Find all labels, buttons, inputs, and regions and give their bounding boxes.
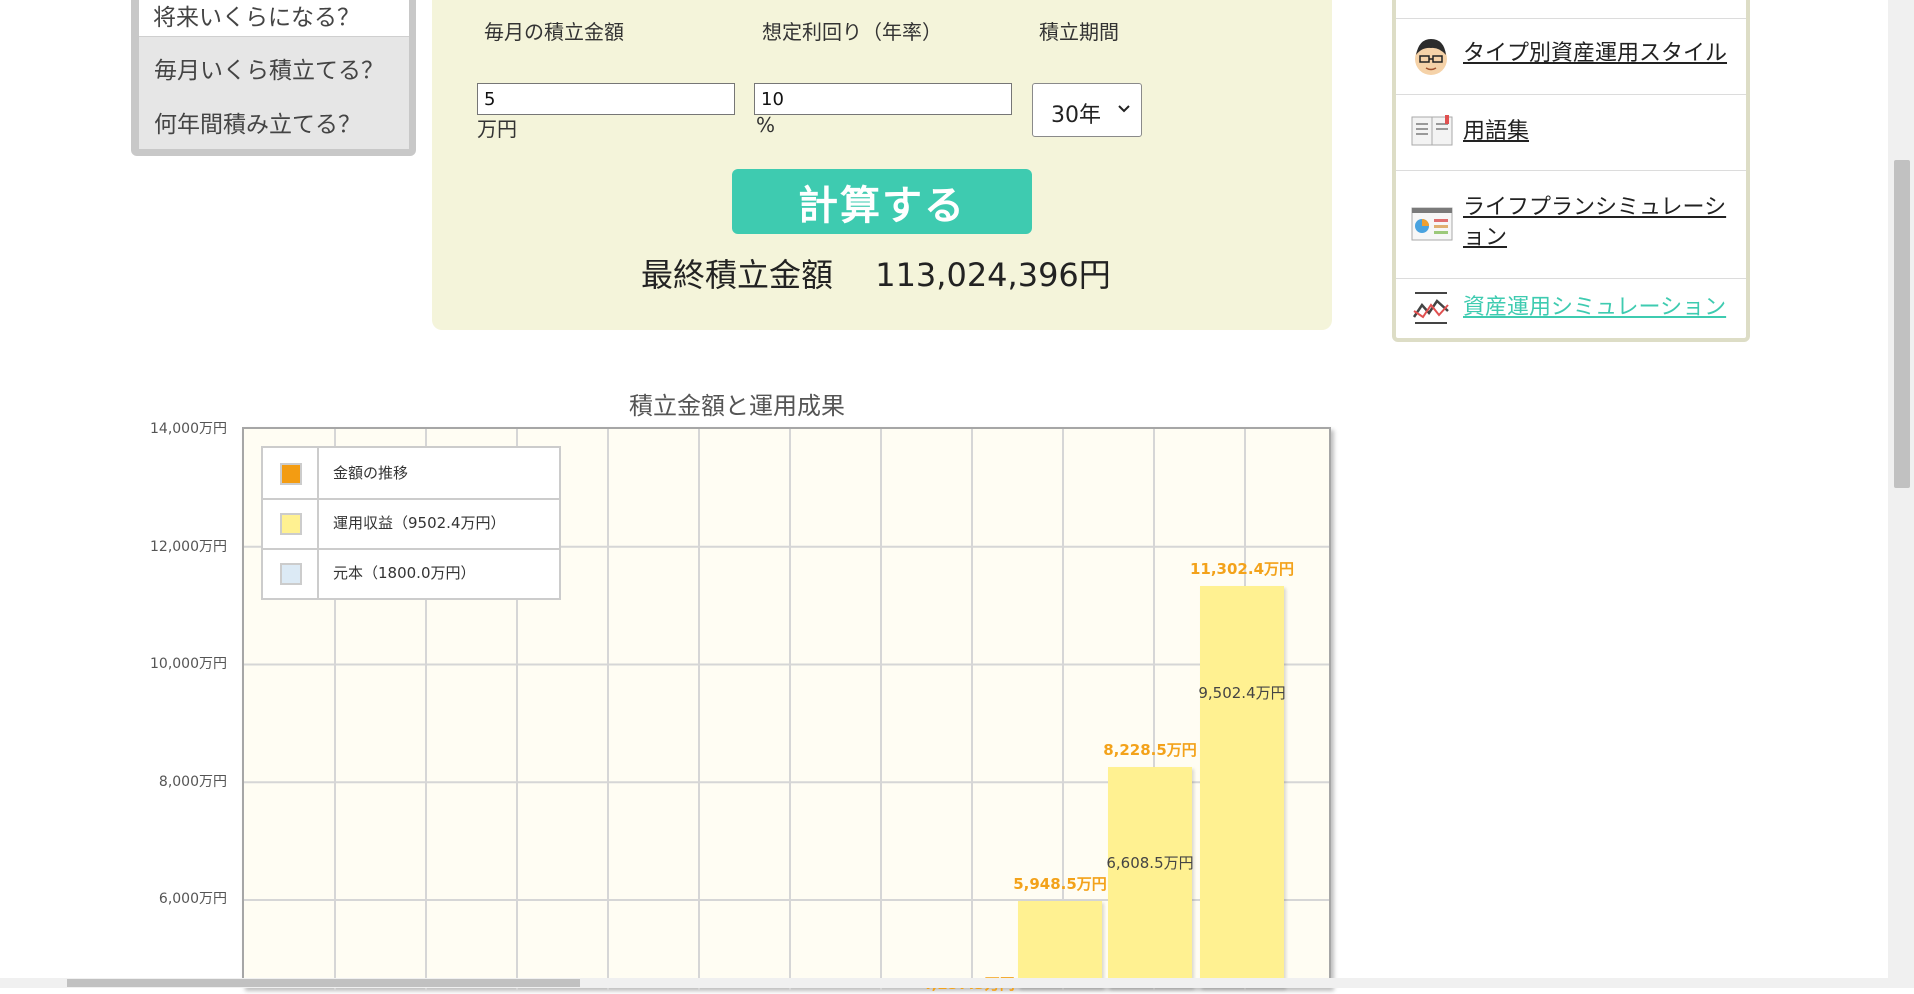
monthly-amount-label: 毎月の積立金額 — [484, 20, 624, 44]
bar-total-label: 11,302.4万円 — [1189, 559, 1295, 578]
rate-input[interactable] — [754, 83, 1012, 115]
vertical-scrollbar-thumb[interactable] — [1894, 160, 1910, 488]
legend-label: 金額の推移 — [333, 464, 409, 482]
y-tick-label: 8,000万円 — [158, 774, 227, 790]
period-select-value: 30年 — [1051, 103, 1101, 128]
sidebar-item-label[interactable]: 資産運用シミュレーション — [1463, 293, 1726, 323]
period-label: 積立期間 — [1039, 20, 1119, 44]
y-tick-label: 10,000万円 — [150, 656, 227, 672]
legend-label: 元本（1800.0万円） — [333, 564, 476, 582]
bar-total — [1108, 766, 1192, 988]
left-menu-items: 毎月いくら積立てる？ 何年間積み立てる？ — [139, 37, 409, 149]
final-amount-result: 最終積立金額 113,024,396円 — [641, 250, 1111, 296]
monthly-amount-unit: 万円 — [477, 117, 517, 141]
calculate-button[interactable]: 計算する — [732, 169, 1032, 234]
sidebar-item-label[interactable]: タイプ別資産運用スタイル — [1463, 39, 1727, 69]
legend-item-principal: 元本（1800.0万円） — [263, 548, 559, 598]
sidebar-item-glossary[interactable]: 用語集 — [1396, 94, 1746, 171]
vertical-scrollbar[interactable] — [1888, 0, 1914, 988]
chevron-down-icon — [1117, 98, 1131, 125]
horizontal-scrollbar[interactable] — [0, 978, 1888, 988]
bar-total-label: 8,228.5万円 — [1103, 740, 1197, 759]
legend-item-profit: 運用収益（9502.4万円） — [263, 498, 559, 550]
sidebar-item-asset-sim[interactable]: 資産運用シミュレーション — [1396, 278, 1746, 339]
book-icon — [1411, 115, 1453, 151]
legend-swatch — [280, 563, 302, 585]
legend-swatch — [280, 513, 302, 535]
period-select[interactable]: 30年 — [1032, 83, 1142, 137]
final-amount-value: 113,024,396円 — [875, 256, 1111, 294]
rate-unit: % — [756, 113, 776, 137]
bar-profit-label: 9,502.4万円 — [1198, 683, 1286, 702]
horizontal-scrollbar-thumb[interactable] — [67, 979, 580, 987]
bar-profit-label: 6,608.5万円 — [1106, 854, 1194, 873]
line-chart-icon — [1411, 291, 1451, 329]
legend-swatch — [280, 463, 302, 485]
presentation-chart-icon — [1411, 207, 1453, 245]
bar-total — [1200, 585, 1284, 988]
monthly-amount-input[interactable] — [477, 83, 735, 115]
sidebar-item-label[interactable]: 用語集 — [1463, 117, 1529, 147]
sidebar-item-label[interactable]: ライフプランシミュレーション — [1463, 193, 1741, 253]
left-menu-item-years[interactable]: 何年間積み立てる？ — [154, 105, 361, 139]
person-avatar-icon — [1411, 35, 1451, 83]
chart-legend: 金額の推移 運用収益（9502.4万円） 元本（1800.0万円） — [261, 446, 561, 600]
legend-item-trend: 金額の推移 — [263, 448, 559, 500]
left-menu-item-monthly[interactable]: 毎月いくら積立てる？ — [154, 51, 384, 85]
rate-label: 想定利回り（年率） — [762, 20, 942, 44]
sidebar-item-type-style[interactable]: タイプ別資産運用スタイル — [1396, 18, 1746, 95]
sidebar-item-lifeplan[interactable]: ライフプランシミュレーション — [1396, 170, 1746, 279]
left-menu-item-label: 将来いくらになる？ — [153, 5, 360, 31]
left-menu-item-future-value[interactable]: 将来いくらになる？ — [139, 0, 409, 37]
final-amount-label: 最終積立金額 — [641, 256, 834, 294]
y-tick-label: 12,000万円 — [150, 539, 227, 555]
legend-label: 運用収益（9502.4万円） — [333, 514, 506, 532]
bar-total — [1018, 901, 1102, 988]
y-tick-label: 6,000万円 — [158, 891, 227, 907]
chart-title: 積立金額と運用成果 — [629, 392, 845, 420]
y-tick-label: 14,000万円 — [150, 421, 227, 437]
bar-total-label: 5,948.5万円 — [1013, 875, 1107, 894]
